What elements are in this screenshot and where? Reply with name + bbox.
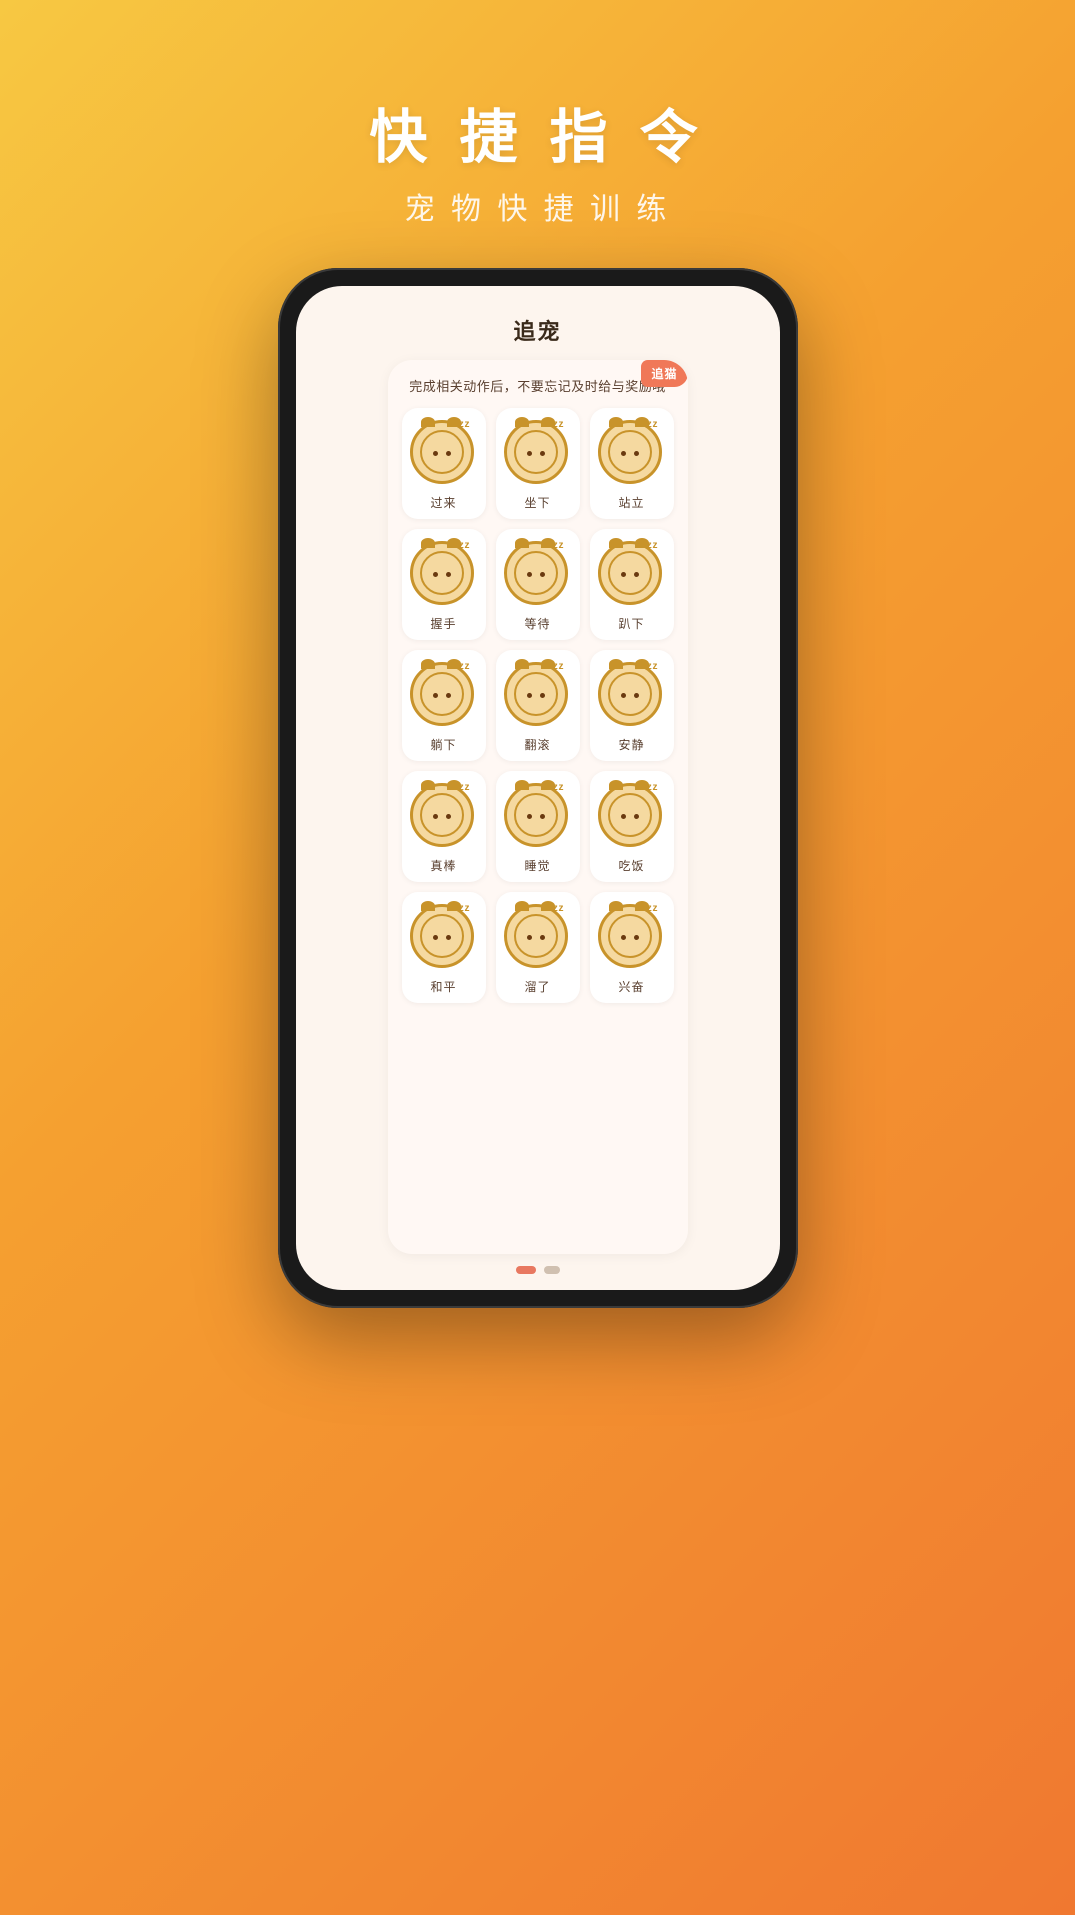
tag-badge[interactable]: 追猫 <box>641 360 687 387</box>
pet-icon: z z <box>598 541 666 609</box>
screen-title: 追宠 <box>513 314 561 346</box>
item-label: 吃饭 <box>618 857 644 874</box>
pet-icon: z z <box>598 420 666 488</box>
item-label: 站立 <box>618 494 644 511</box>
list-item[interactable]: z z 溜了 <box>496 892 580 1003</box>
pagination-dot-active[interactable] <box>516 1266 536 1274</box>
list-item[interactable]: z z 站立 <box>590 408 674 519</box>
item-label: 坐下 <box>524 494 550 511</box>
pet-icon: z z <box>410 541 478 609</box>
item-label: 过来 <box>430 494 456 511</box>
list-item[interactable]: z z 兴奋 <box>590 892 674 1003</box>
list-item[interactable]: z z 睡觉 <box>496 771 580 882</box>
pet-icon: z z <box>410 904 478 972</box>
item-label: 真棒 <box>430 857 456 874</box>
list-item[interactable]: z z 等待 <box>496 529 580 640</box>
list-item[interactable]: z z 真棒 <box>402 771 486 882</box>
item-label: 躺下 <box>430 736 456 753</box>
item-label: 翻滚 <box>524 736 550 753</box>
list-item[interactable]: z z 安静 <box>590 650 674 761</box>
item-label: 溜了 <box>524 978 550 995</box>
pet-icon: z z <box>598 904 666 972</box>
commands-grid: z z 过来 z <box>402 408 674 1003</box>
pet-icon: z z <box>410 420 478 488</box>
card-notice: 完成相关动作后，不要忘记及时给与奖励哦 <box>409 379 666 394</box>
list-item[interactable]: z z 翻滚 <box>496 650 580 761</box>
page-title: 快 捷 指 令 <box>369 90 705 174</box>
page-subtitle: 宠 物 快 捷 训 练 <box>369 184 705 228</box>
item-label: 和平 <box>430 978 456 995</box>
page-header: 快 捷 指 令 宠 物 快 捷 训 练 <box>369 90 705 228</box>
pet-icon: z z <box>598 783 666 851</box>
list-item[interactable]: z z 过来 <box>402 408 486 519</box>
pagination-dot-inactive[interactable] <box>544 1266 560 1274</box>
list-item[interactable]: z z 握手 <box>402 529 486 640</box>
pet-icon: z z <box>504 783 572 851</box>
list-item[interactable]: z z 和平 <box>402 892 486 1003</box>
pet-icon: z z <box>504 904 572 972</box>
pet-icon: z z <box>410 662 478 730</box>
item-label: 等待 <box>524 615 550 632</box>
card-header: 完成相关动作后，不要忘记及时给与奖励哦 追猫 <box>402 376 674 396</box>
pagination <box>516 1266 560 1274</box>
pet-icon: z z <box>410 783 478 851</box>
pet-icon: z z <box>504 420 572 488</box>
item-label: 趴下 <box>618 615 644 632</box>
pet-icon: z z <box>504 662 572 730</box>
phone-mockup: 追宠 完成相关动作后，不要忘记及时给与奖励哦 追猫 z z <box>278 268 798 1308</box>
content-card: 完成相关动作后，不要忘记及时给与奖励哦 追猫 z z <box>388 360 688 1254</box>
pet-icon: z z <box>598 662 666 730</box>
pet-icon: z z <box>504 541 572 609</box>
list-item[interactable]: z z 躺下 <box>402 650 486 761</box>
phone-screen: 追宠 完成相关动作后，不要忘记及时给与奖励哦 追猫 z z <box>296 286 780 1290</box>
item-label: 睡觉 <box>524 857 550 874</box>
item-label: 安静 <box>618 736 644 753</box>
list-item[interactable]: z z 趴下 <box>590 529 674 640</box>
item-label: 握手 <box>430 615 456 632</box>
list-item[interactable]: z z 吃饭 <box>590 771 674 882</box>
item-label: 兴奋 <box>618 978 644 995</box>
list-item[interactable]: z z 坐下 <box>496 408 580 519</box>
